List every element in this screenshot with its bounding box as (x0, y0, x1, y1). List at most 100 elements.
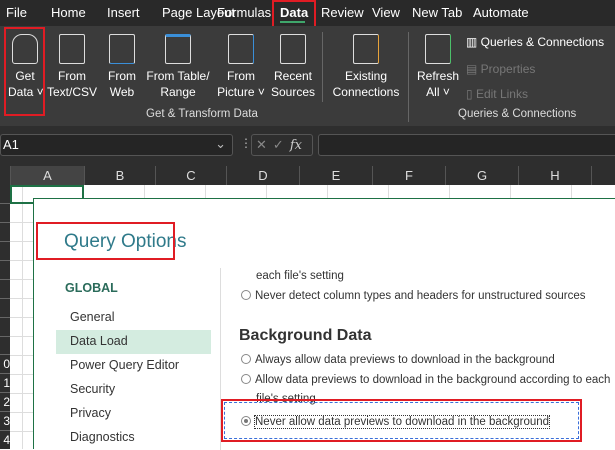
highlight-dialog-title (36, 222, 175, 260)
row-header[interactable] (0, 223, 10, 242)
queries-pane-icon: ▥ (466, 35, 481, 49)
row-header[interactable] (0, 337, 10, 355)
radio-never-detect[interactable]: Never detect column types and headers fo… (241, 287, 611, 306)
row-header[interactable]: 0 (0, 355, 10, 374)
tab-review[interactable]: Review (321, 5, 364, 20)
highlight-never-allow (221, 399, 582, 442)
from-text-csv-button[interactable]: From Text/CSV (44, 34, 100, 100)
properties-icon: ▤ (466, 62, 481, 76)
text-file-icon (59, 34, 85, 64)
existing-connections-button[interactable]: Existing Connections (330, 34, 402, 100)
column-header[interactable] (591, 166, 615, 185)
radio-icon (241, 374, 251, 384)
radio-icon (241, 354, 251, 364)
row-header[interactable] (0, 185, 10, 204)
label: All ˅ (426, 85, 450, 99)
column-header[interactable]: E (299, 166, 372, 185)
query-options-dialog: Query Options GLOBAL General Data Load P… (33, 198, 615, 450)
background-data-heading: Background Data (239, 327, 372, 344)
column-header[interactable]: H (518, 166, 591, 185)
nav-diagnostics[interactable]: Diagnostics (56, 426, 211, 448)
radio-always-allow[interactable]: Always allow data previews to download i… (241, 351, 611, 370)
tab-view[interactable]: View (372, 5, 400, 20)
from-table-range-button[interactable]: From Table/Range (144, 34, 212, 100)
tab-automate[interactable]: Automate (473, 5, 529, 20)
label: Queries & Connections (480, 35, 605, 49)
name-box[interactable]: A1 ⌄ (0, 134, 233, 156)
column-header[interactable]: A (10, 166, 84, 185)
label: From (227, 69, 255, 83)
nav-general[interactable]: General (56, 306, 211, 330)
label: Range (160, 85, 196, 99)
row-header[interactable] (0, 280, 10, 299)
tab-file[interactable]: File (6, 5, 27, 20)
row-header[interactable]: 3 (0, 412, 10, 431)
edit-links-button[interactable]: ▯ Edit Links (466, 87, 528, 101)
from-picture-button[interactable]: From Picture ˅ (214, 34, 268, 100)
queries-connections-button[interactable]: ▥ Queries & Connections (466, 35, 604, 49)
column-header[interactable]: F (372, 166, 445, 185)
label: Refresh (416, 69, 460, 83)
refresh-all-button[interactable]: Refresh All ˅ (414, 34, 462, 100)
ribbon: Get Data ˅ From Text/CSV From Web From Tabl… (0, 26, 615, 126)
select-all-corner[interactable] (0, 166, 10, 185)
column-header[interactable]: D (226, 166, 299, 185)
cancel-icon[interactable]: ✕ (256, 137, 273, 152)
row-header[interactable]: 4 (0, 431, 10, 448)
nav-security[interactable]: Security (56, 378, 211, 402)
recent-sources-button[interactable]: Recent Sources (270, 34, 316, 100)
tab-home[interactable]: Home (51, 5, 86, 20)
option-continuation: each file's setting (256, 270, 344, 282)
nav-data-load[interactable]: Data Load (56, 330, 211, 354)
highlight-get-data (4, 27, 45, 116)
column-header[interactable]: B (84, 166, 155, 185)
nav-privacy[interactable]: Privacy (56, 402, 211, 426)
formula-buttons: ✕✓fx (251, 134, 313, 156)
tab-formulas[interactable]: Formulas (217, 5, 271, 20)
label: Sources (270, 85, 316, 99)
nav-power-query-editor[interactable]: Power Query Editor (56, 354, 211, 378)
label: Allow data previews to download in the b… (255, 374, 611, 386)
group-label-get-transform: Get & Transform Data (146, 108, 258, 120)
edit-links-icon: ▯ (466, 87, 476, 101)
row-header[interactable]: 2 (0, 393, 10, 412)
label: Never detect column types and headers fo… (255, 290, 586, 302)
formula-input[interactable] (318, 134, 615, 156)
chevron-down-icon: ⌄ (215, 136, 226, 151)
label: From (58, 69, 86, 83)
properties-button[interactable]: ▤ Properties (466, 62, 535, 76)
label: Edit Links (475, 87, 528, 101)
camera-icon (228, 34, 254, 64)
divider (322, 32, 323, 102)
table-icon (165, 34, 191, 64)
row-header[interactable] (0, 299, 10, 318)
label: Web (109, 85, 135, 99)
label: Properties (480, 62, 536, 76)
row-headers: 01234 (0, 185, 10, 449)
fx-icon[interactable]: fx (290, 138, 302, 153)
formula-bar: A1 ⌄ ⋮ ✕✓fx (0, 126, 615, 166)
from-web-button[interactable]: From Web (102, 34, 142, 100)
column-header[interactable]: C (155, 166, 226, 185)
check-icon[interactable]: ✓ (273, 137, 290, 152)
divider (408, 32, 409, 122)
web-globe-icon (109, 34, 135, 64)
row-header[interactable]: 1 (0, 374, 10, 393)
row-header[interactable] (0, 261, 10, 280)
label: Recent (273, 69, 313, 83)
label: Connections (332, 85, 400, 99)
tab-new-tab[interactable]: New Tab (412, 5, 462, 20)
column-headers: A B C D E F G H (0, 166, 615, 185)
label: From Table/ (146, 69, 210, 83)
row-header[interactable] (0, 318, 10, 337)
tab-insert[interactable]: Insert (107, 5, 140, 20)
label: Existing (344, 69, 388, 83)
radio-icon (241, 290, 251, 300)
column-header[interactable]: G (445, 166, 518, 185)
refresh-icon (425, 34, 451, 64)
connection-file-icon (353, 34, 379, 64)
label: Always allow data previews to download i… (255, 354, 555, 366)
row-header[interactable] (0, 204, 10, 223)
row-header[interactable] (0, 242, 10, 261)
label: Picture ˅ (217, 85, 265, 99)
